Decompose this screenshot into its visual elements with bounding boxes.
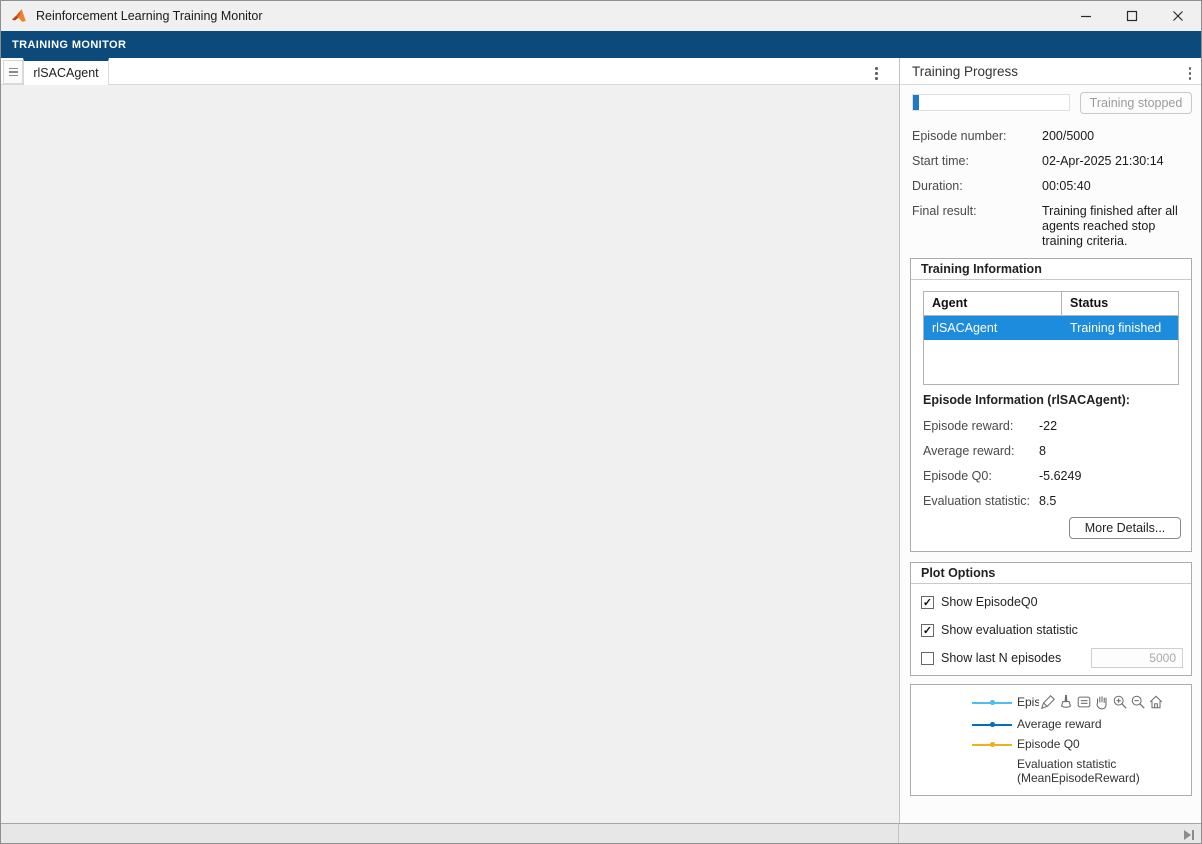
- training-progress-panel: Training Progress Training stopped Episo…: [899, 58, 1202, 823]
- tab-drag-handle[interactable]: [3, 60, 23, 84]
- status-cell: Training finished: [1062, 316, 1161, 340]
- zoom-in-icon[interactable]: [1111, 692, 1128, 712]
- column-header-agent: Agent: [924, 292, 1062, 315]
- maximize-icon: [1126, 10, 1138, 22]
- agent-cell: rlSACAgent: [924, 316, 1062, 340]
- legend-label: Episode Q0: [1017, 738, 1167, 752]
- episode-number-label: Episode number:: [912, 129, 1007, 143]
- training-stopped-button[interactable]: Training stopped: [1080, 92, 1192, 114]
- training-progress-fill: [913, 95, 919, 110]
- agent-status-table: Agent Status rlSACAgent Training finishe…: [923, 291, 1179, 385]
- plot-options-section: Plot Options ✓ Show EpisodeQ0 ✓ Show eva…: [910, 562, 1192, 676]
- minimize-button[interactable]: [1063, 1, 1109, 31]
- option-row-eval-statistic: ✓ Show evaluation statistic: [921, 623, 1078, 637]
- option-row-episodeq0: ✓ Show EpisodeQ0: [921, 595, 1038, 609]
- option-label: Show last N episodes: [941, 651, 1061, 665]
- legend-row: Average reward: [911, 715, 1191, 735]
- minimize-icon: [1080, 10, 1092, 22]
- pan-icon[interactable]: [1093, 692, 1110, 712]
- close-icon: [1172, 10, 1184, 22]
- legend-row: Episode Q0: [911, 735, 1191, 755]
- checkbox-show-episodeq0[interactable]: ✓: [921, 596, 934, 609]
- start-time-value: 02-Apr-2025 21:30:14: [1042, 154, 1194, 169]
- maximize-button[interactable]: [1109, 1, 1155, 31]
- collapse-panel-icon[interactable]: [1182, 827, 1196, 843]
- export-icon[interactable]: [1039, 692, 1056, 712]
- checkbox-show-last-n-episodes[interactable]: [921, 652, 934, 665]
- titlebar: Reinforcement Learning Training Monitor: [1, 1, 1201, 31]
- horizontal-scrollbar[interactable]: [1, 823, 1201, 844]
- tab-options-menu-icon[interactable]: [871, 63, 882, 84]
- episode-information-title: Episode Information (rlSACAgent):: [923, 393, 1130, 407]
- brush-icon[interactable]: [1057, 692, 1074, 712]
- plot-options-header: Plot Options: [911, 563, 1191, 584]
- episode-q0-label: Episode Q0:: [923, 469, 992, 483]
- option-row-last-n-episodes: Show last N episodes: [921, 651, 1061, 665]
- duration-label: Duration:: [912, 179, 963, 193]
- more-details-button[interactable]: More Details...: [1069, 517, 1181, 539]
- tab-rlsacagent[interactable]: rlSACAgent: [23, 58, 109, 85]
- episode-q0-value: -5.6249: [1039, 469, 1081, 483]
- zoom-out-icon[interactable]: [1129, 692, 1146, 712]
- legend-label: Evaluation statistic (MeanEpisodeReward): [1017, 758, 1167, 785]
- start-time-label: Start time:: [912, 154, 969, 168]
- final-result-value: Training finished after all agents reach…: [1042, 204, 1194, 249]
- training-information-section: Training Information Agent Status rlSACA…: [910, 258, 1192, 552]
- option-label: Show evaluation statistic: [941, 623, 1078, 637]
- average-reward-label: Average reward:: [923, 444, 1015, 458]
- average-reward-line-swatch: [972, 724, 1012, 726]
- column-header-status: Status: [1062, 292, 1178, 315]
- document-tabstrip: rlSACAgent: [1, 58, 899, 85]
- table-header-row: Agent Status: [924, 292, 1178, 316]
- ribbon-toolstrip: TRAINING MONITOR: [1, 31, 1201, 58]
- training-reward-chart[interactable]: [1, 85, 899, 823]
- training-progress-bar: [912, 94, 1070, 111]
- legend-row: Evaluation statistic (MeanEpisodeReward): [911, 755, 1191, 789]
- matlab-logo-icon: [10, 7, 28, 25]
- window-title: Reinforcement Learning Training Monitor: [36, 9, 263, 23]
- restore-view-home-icon[interactable]: [1147, 692, 1164, 712]
- panel-header: Training Progress: [900, 58, 1202, 85]
- evaluation-statistic-value: 8.5: [1039, 494, 1056, 508]
- average-reward-value: 8: [1039, 444, 1046, 458]
- chart-region: [1, 85, 899, 823]
- legend-label: Average reward: [1017, 718, 1167, 732]
- close-button[interactable]: [1155, 1, 1201, 31]
- episode-number-value: 200/5000: [1042, 129, 1194, 144]
- evaluation-statistic-asterisk-swatch: [985, 757, 1003, 775]
- table-row[interactable]: rlSACAgent Training finished: [924, 316, 1178, 340]
- tab-label: rlSACAgent: [33, 66, 98, 80]
- episode-reward-label: Episode reward:: [923, 419, 1013, 433]
- datatips-icon[interactable]: [1075, 692, 1092, 712]
- episode-reward-value: -22: [1039, 419, 1057, 433]
- panel-options-menu-icon[interactable]: [1185, 63, 1196, 84]
- episode-reward-line-swatch: [972, 702, 1012, 704]
- checkbox-show-evaluation-statistic[interactable]: ✓: [921, 624, 934, 637]
- evaluation-statistic-label: Evaluation statistic:: [923, 494, 1030, 508]
- episode-q0-line-swatch: [972, 744, 1012, 746]
- ribbon-tab-training-monitor[interactable]: TRAINING MONITOR: [12, 39, 126, 51]
- last-n-episodes-input[interactable]: [1091, 648, 1183, 668]
- duration-value: 00:05:40: [1042, 179, 1194, 194]
- panel-divider: [898, 824, 899, 844]
- training-information-header: Training Information: [911, 259, 1191, 280]
- app-window: Reinforcement Learning Training Monitor …: [0, 0, 1202, 844]
- legend-panel: Episode reward Average reward Episode Q0…: [910, 684, 1192, 796]
- option-label: Show EpisodeQ0: [941, 595, 1038, 609]
- axes-toolbar: [1039, 690, 1165, 714]
- final-result-label: Final result:: [912, 204, 977, 218]
- panel-title: Training Progress: [912, 64, 1018, 79]
